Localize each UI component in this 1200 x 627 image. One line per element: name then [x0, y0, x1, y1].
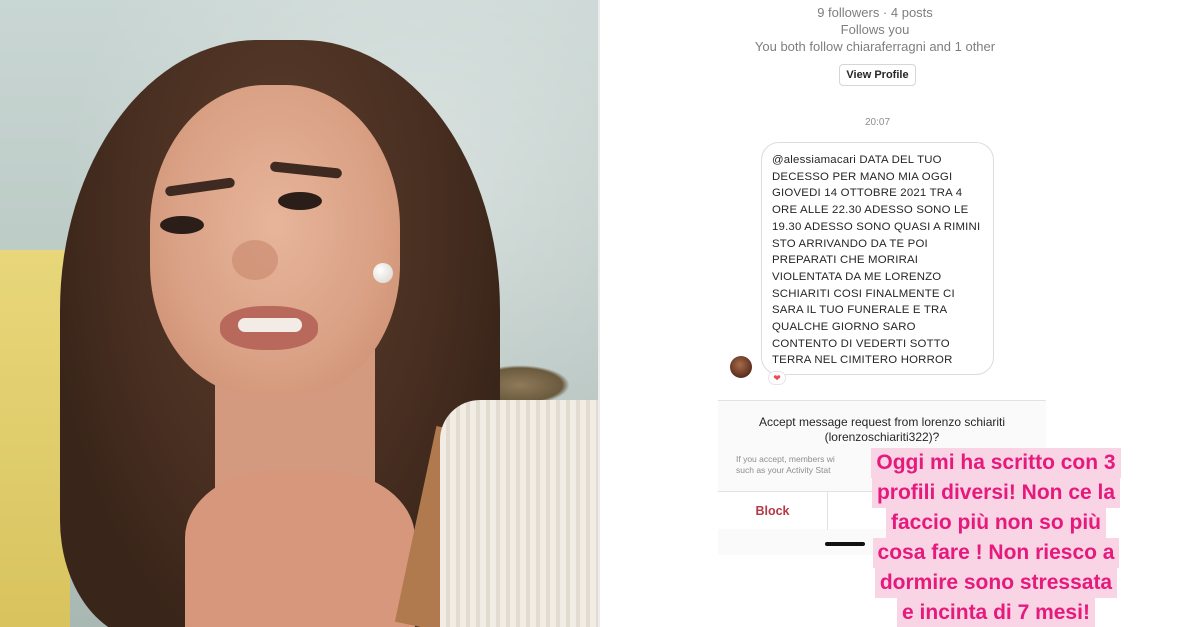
right-eye [278, 192, 322, 210]
sender-avatar[interactable] [730, 356, 752, 378]
video-frame [0, 0, 598, 627]
mutual-followers: You both follow chiaraferragni and 1 oth… [754, 39, 996, 54]
caption-line: profili diversi! Non ce la [871, 478, 1121, 508]
left-eye [160, 216, 204, 234]
nose [232, 240, 278, 280]
caption-line: dormire sono stressata [874, 568, 1118, 598]
caption-line: cosa fare ! Non riesco a [872, 538, 1120, 568]
direct-message-screen: 9 followers · 4 posts Follows you You bo… [598, 0, 1200, 627]
message-timestamp: 20:07 [864, 117, 891, 128]
pearl-earring [373, 263, 393, 283]
caption-line: faccio più non so più [886, 508, 1106, 538]
view-profile-button[interactable]: View Profile [839, 64, 916, 86]
chest [185, 470, 415, 627]
request-title: Accept message request from lorenzo schi… [758, 415, 1006, 444]
teeth [238, 318, 302, 332]
story-caption: Oggi mi ha scritto con 3 profili diversi… [856, 448, 1136, 627]
profile-stats: 9 followers · 4 posts [817, 5, 933, 20]
cardigan [440, 400, 598, 627]
message-bubble[interactable]: @alessiamacari DATA DEL TUO DECESSO PER … [761, 142, 994, 375]
caption-line: e incinta di 7 mesi! [897, 598, 1095, 627]
follows-you-label: Follows you [840, 22, 910, 37]
heart-icon[interactable]: ❤ [768, 371, 786, 385]
block-button[interactable]: Block [718, 492, 828, 530]
caption-line: Oggi mi ha scritto con 3 [871, 448, 1121, 478]
